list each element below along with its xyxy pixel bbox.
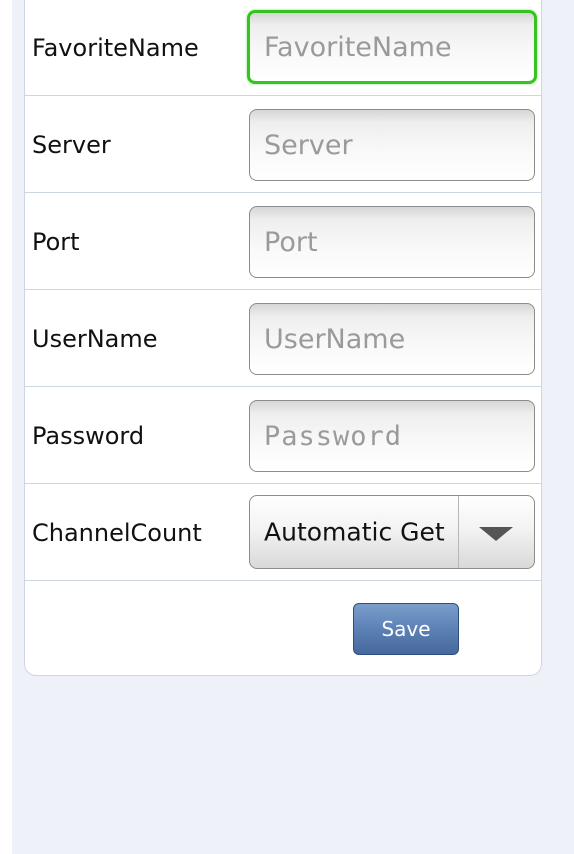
channel-count-spinner[interactable]: Automatic Get: [249, 495, 535, 569]
username-input[interactable]: [249, 303, 535, 375]
form-row-port: Port: [25, 194, 541, 290]
server-input[interactable]: [249, 109, 535, 181]
channel-count-selected-value: Automatic Get: [264, 517, 445, 547]
username-label: UserName: [32, 324, 158, 353]
form-row-server: Server: [25, 97, 541, 193]
password-label: Password: [32, 421, 145, 450]
server-label: Server: [32, 130, 111, 159]
port-input[interactable]: [249, 206, 535, 278]
favorite-form-card: FavoriteName Server Port UserName Passwo…: [24, 0, 542, 676]
form-row-username: UserName: [25, 291, 541, 387]
channel-count-label: ChannelCount: [32, 518, 202, 547]
dropdown-arrow-icon[interactable]: [479, 527, 513, 541]
favorite-name-input[interactable]: [247, 10, 537, 84]
favorite-name-label: FavoriteName: [32, 33, 199, 62]
form-row-password: Password: [25, 388, 541, 484]
spinner-divider: [458, 496, 459, 568]
password-input[interactable]: [249, 400, 535, 472]
port-label: Port: [32, 227, 80, 256]
save-button[interactable]: Save: [353, 603, 459, 655]
form-row-favorite-name: FavoriteName: [25, 0, 541, 96]
form-row-channel-count: ChannelCount Automatic Get: [25, 485, 541, 581]
